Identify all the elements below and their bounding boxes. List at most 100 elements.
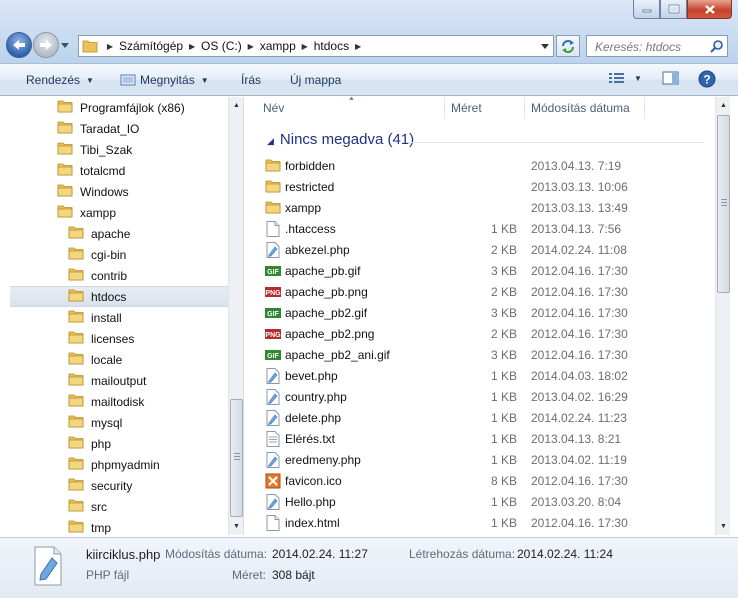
navigation-scrollbar[interactable]: ▲ ▼ <box>228 97 243 535</box>
minimize-button[interactable] <box>633 0 660 19</box>
file-row[interactable]: bevet.php 1 KB 2014.04.03. 18:02 <box>245 365 715 386</box>
address-dropdown[interactable] <box>537 36 553 56</box>
file-row[interactable]: abkezel.php 2 KB 2014.02.24. 11:08 <box>245 239 715 260</box>
command-bar: Rendezés ▼ Megnyitás ▼ Írás Új mappa ▼ ? <box>0 64 738 96</box>
breadcrumb-separator-icon[interactable]: ▶ <box>349 42 367 51</box>
breadcrumb-item[interactable]: xampp <box>260 39 296 53</box>
breadcrumb-separator-icon[interactable]: ▶ <box>296 42 314 51</box>
folder-icon <box>68 393 84 410</box>
tree-item[interactable]: apache <box>10 223 228 244</box>
tree-item[interactable]: cgi-bin <box>10 244 228 265</box>
tree-item[interactable]: totalcmd <box>10 160 228 181</box>
file-row[interactable]: xampp 2013.03.13. 13:49 <box>245 197 715 218</box>
tree-item-label: locale <box>91 352 123 367</box>
help-button[interactable]: ? <box>698 70 716 88</box>
tree-item[interactable]: Tibi_Szak <box>10 139 228 160</box>
tree-item[interactable]: locale <box>10 349 228 370</box>
file-name: Hello.php <box>285 495 336 509</box>
folder-icon <box>265 200 281 216</box>
breadcrumb-item[interactable]: OS (C:) <box>201 39 242 53</box>
scroll-up-arrow-icon[interactable]: ▲ <box>229 97 243 114</box>
breadcrumb-separator-icon[interactable]: ▶ <box>242 42 260 51</box>
details-created-value: 2014.02.24. 11:24 <box>517 547 613 561</box>
tree-item-label: php <box>91 436 112 451</box>
scrollbar-thumb[interactable] <box>230 399 243 517</box>
file-name: apache_pb2.gif <box>285 306 368 320</box>
file-modified: 2014.02.24. 11:23 <box>531 411 627 425</box>
search-icon[interactable] <box>710 39 724 53</box>
open-menu[interactable]: Megnyitás ▼ <box>120 72 209 88</box>
tree-item-label: mailoutput <box>91 373 147 388</box>
preview-pane-icon <box>662 71 679 85</box>
tree-item[interactable]: htdocs <box>10 286 228 307</box>
scroll-up-arrow-icon[interactable]: ▲ <box>716 97 730 114</box>
breadcrumb-item[interactable]: Számítógép <box>119 39 183 53</box>
file-row[interactable]: delete.php 1 KB 2014.02.24. 11:23 <box>245 407 715 428</box>
php-file-icon <box>265 389 281 405</box>
file-row[interactable]: favicon.ico 8 KB 2012.04.16. 17:30 <box>245 470 715 491</box>
tree-item[interactable]: Programfájlok (x86) <box>10 97 228 118</box>
tree-item[interactable]: licenses <box>10 328 228 349</box>
tree-item[interactable]: src <box>10 496 228 517</box>
breadcrumb-separator-icon[interactable]: ▶ <box>101 42 119 51</box>
scroll-down-arrow-icon[interactable]: ▼ <box>716 518 730 535</box>
maximize-button[interactable] <box>660 0 687 19</box>
scroll-down-arrow-icon[interactable]: ▼ <box>229 518 243 535</box>
gif-file-icon: GIF <box>265 347 281 363</box>
tree-item-label: Tibi_Szak <box>80 142 133 157</box>
tree-item[interactable]: phpmyadmin <box>10 454 228 475</box>
tree-item[interactable]: Taradat_IO <box>10 118 228 139</box>
breadcrumb-separator-icon[interactable]: ▶ <box>183 42 201 51</box>
file-row[interactable]: GIF apache_pb2.gif 3 KB 2012.04.16. 17:30 <box>245 302 715 323</box>
folder-icon <box>68 351 84 368</box>
burn-button[interactable]: Írás <box>241 72 261 88</box>
group-header[interactable]: ◢ Nincs megadva (41) <box>267 131 414 148</box>
column-header-name[interactable]: Név <box>263 97 284 119</box>
tree-item[interactable]: php <box>10 433 228 454</box>
breadcrumb-item[interactable]: htdocs <box>314 39 349 53</box>
tree-item[interactable]: xampp <box>10 202 228 223</box>
close-button[interactable] <box>687 0 732 19</box>
file-row[interactable]: restricted 2013.03.13. 10:06 <box>245 176 715 197</box>
file-row[interactable]: .htaccess 1 KB 2013.04.13. 7:56 <box>245 218 715 239</box>
tree-item-label: Programfájlok (x86) <box>80 100 185 115</box>
file-row[interactable]: eredmeny.php 1 KB 2013.04.02. 11:19 <box>245 449 715 470</box>
refresh-button[interactable] <box>556 35 580 57</box>
new-folder-button[interactable]: Új mappa <box>290 72 341 88</box>
tree-item[interactable]: security <box>10 475 228 496</box>
tree-item[interactable]: mysql <box>10 412 228 433</box>
scrollbar-thumb[interactable] <box>717 115 730 293</box>
tree-item[interactable]: mailoutput <box>10 370 228 391</box>
file-row[interactable]: PNG apache_pb2.png 2 KB 2012.04.16. 17:30 <box>245 323 715 344</box>
file-row[interactable]: Hello.php 1 KB 2013.03.20. 8:04 <box>245 491 715 512</box>
file-row[interactable]: PNG apache_pb.png 2 KB 2012.04.16. 17:30 <box>245 281 715 302</box>
file-row[interactable]: forbidden 2013.04.13. 7:19 <box>245 155 715 176</box>
file-name: apache_pb2_ani.gif <box>285 348 390 362</box>
file-modified: 2013.04.02. 11:19 <box>531 453 627 467</box>
address-bar[interactable]: ▶ Számítógép ▶ OS (C:) ▶ xampp ▶ htdocs … <box>78 35 554 57</box>
preview-pane-button[interactable] <box>662 70 680 86</box>
folder-icon <box>68 456 84 473</box>
column-header-modified[interactable]: Módosítás dátuma <box>531 97 630 119</box>
tree-item[interactable]: tmp <box>10 517 228 535</box>
forward-button[interactable] <box>33 32 59 58</box>
tree-item[interactable]: Windows <box>10 181 228 202</box>
png-file-icon: PNG <box>265 284 281 300</box>
file-row[interactable]: Elérés.txt 1 KB 2013.04.13. 8:21 <box>245 428 715 449</box>
file-row[interactable]: country.php 1 KB 2013.04.02. 16:29 <box>245 386 715 407</box>
recent-pages-dropdown[interactable] <box>59 32 71 58</box>
search-input[interactable]: Keresés: htdocs <box>586 35 728 57</box>
file-row[interactable]: GIF apache_pb.gif 3 KB 2012.04.16. 17:30 <box>245 260 715 281</box>
collapse-arrow-icon[interactable]: ◢ <box>267 136 274 146</box>
file-modified: 2013.04.13. 8:21 <box>531 432 622 446</box>
file-row[interactable]: GIF apache_pb2_ani.gif 3 KB 2012.04.16. 17:… <box>245 344 715 365</box>
tree-item[interactable]: contrib <box>10 265 228 286</box>
view-options-button[interactable]: ▼ <box>608 70 642 86</box>
back-button[interactable] <box>6 32 32 58</box>
file-row[interactable]: index.html 1 KB 2012.04.16. 17:30 <box>245 512 715 533</box>
file-list-scrollbar[interactable]: ▲ ▼ <box>715 97 730 535</box>
tree-item[interactable]: install <box>10 307 228 328</box>
organize-menu[interactable]: Rendezés ▼ <box>26 72 94 88</box>
tree-item[interactable]: mailtodisk <box>10 391 228 412</box>
column-header-size[interactable]: Méret <box>451 97 482 119</box>
